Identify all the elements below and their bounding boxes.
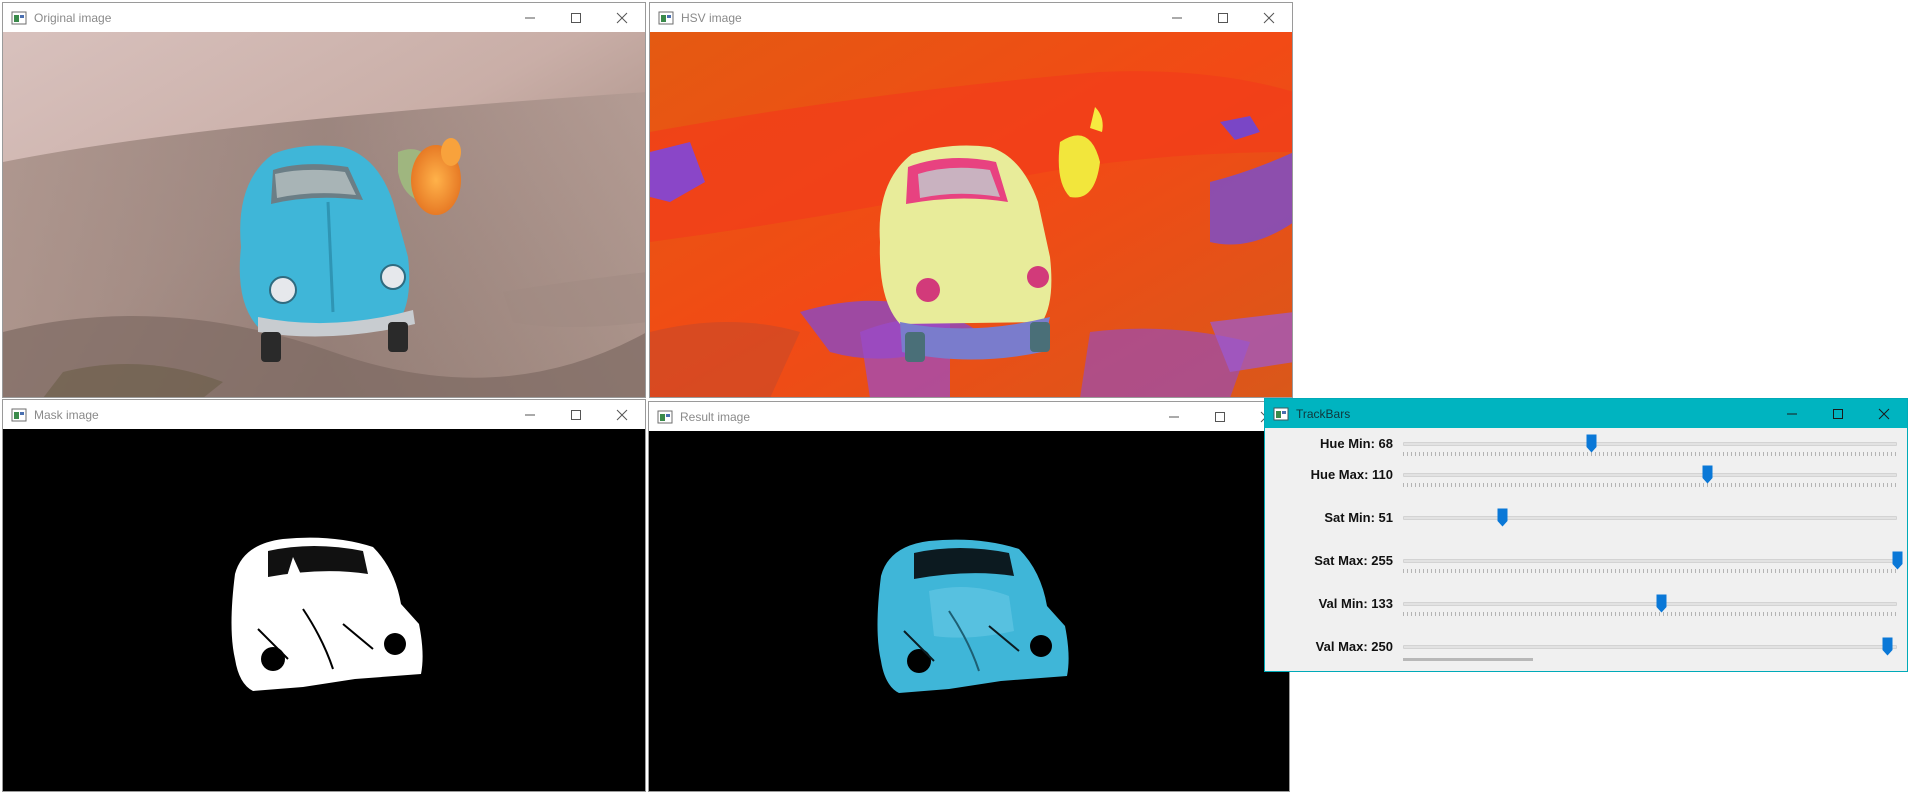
- slider-thumb[interactable]: [1882, 637, 1893, 656]
- maximize-icon: [571, 12, 581, 23]
- slider-selection-bar: [1403, 658, 1533, 661]
- trackbar-label: Val Max: 250: [1315, 639, 1393, 654]
- trackbar-sat-max[interactable]: Sat Max: 255: [1265, 545, 1907, 585]
- original-image-canvas: [3, 32, 645, 397]
- slider-track[interactable]: [1403, 516, 1897, 520]
- result-image-canvas: [649, 431, 1289, 791]
- result-window-titlebar[interactable]: Result image: [649, 402, 1289, 431]
- window-title: TrackBars: [1296, 406, 1351, 421]
- slider-ticks: [1403, 612, 1897, 616]
- minimize-button[interactable]: [1151, 402, 1197, 431]
- trackbar-label: Sat Min: 51: [1324, 510, 1393, 525]
- hsv-window-titlebar[interactable]: HSV image: [650, 3, 1292, 32]
- hsv-image-window[interactable]: HSV image: [649, 2, 1293, 398]
- trackbar-sat-min[interactable]: Sat Min: 51: [1265, 502, 1907, 542]
- mask-photo: [3, 429, 645, 791]
- close-icon: [616, 12, 628, 23]
- minimize-icon: [1787, 413, 1797, 414]
- slider-thumb-icon: [1497, 508, 1508, 527]
- window-title: Mask image: [34, 407, 99, 422]
- window-title: Result image: [680, 409, 751, 424]
- maximize-button[interactable]: [553, 400, 599, 429]
- minimize-button[interactable]: [1154, 3, 1200, 32]
- mask-window-titlebar[interactable]: Mask image: [3, 400, 645, 429]
- slider-thumb-icon: [1702, 465, 1713, 484]
- close-button[interactable]: [1861, 399, 1907, 428]
- trackbar-label: Sat Max: 255: [1314, 553, 1393, 568]
- mask-image-canvas: [3, 429, 645, 791]
- slider-thumb[interactable]: [1892, 551, 1903, 570]
- result-photo: [649, 431, 1289, 791]
- minimize-icon: [525, 17, 535, 18]
- trackbar-label: Hue Max: 110: [1310, 467, 1393, 482]
- maximize-button[interactable]: [1200, 3, 1246, 32]
- maximize-icon: [1215, 411, 1225, 422]
- maximize-button[interactable]: [553, 3, 599, 32]
- slider-ticks: [1403, 569, 1897, 573]
- close-button[interactable]: [1246, 3, 1292, 32]
- trackbars-window-titlebar[interactable]: TrackBars: [1265, 399, 1907, 428]
- minimize-button[interactable]: [507, 3, 553, 32]
- slider-thumb[interactable]: [1497, 508, 1508, 527]
- slider-thumb[interactable]: [1702, 465, 1713, 484]
- slider-track[interactable]: [1403, 473, 1897, 477]
- minimize-icon: [1169, 416, 1179, 417]
- result-image-window[interactable]: Result image: [648, 401, 1290, 792]
- slider-thumb[interactable]: [1656, 594, 1667, 613]
- minimize-button[interactable]: [507, 400, 553, 429]
- app-window-icon: [1273, 407, 1289, 420]
- slider-thumb-icon: [1586, 434, 1597, 453]
- maximize-icon: [1833, 408, 1843, 419]
- trackbar-label: Hue Min: 68: [1320, 436, 1393, 451]
- trackbar-val-max[interactable]: Val Max: 250: [1265, 631, 1907, 671]
- original-image-window[interactable]: Original image: [2, 2, 646, 398]
- maximize-button[interactable]: [1197, 402, 1243, 431]
- app-window-icon: [658, 11, 674, 24]
- hsv-photo: [650, 32, 1292, 397]
- close-button[interactable]: [599, 400, 645, 429]
- app-window-icon: [657, 410, 673, 423]
- minimize-button[interactable]: [1769, 399, 1815, 428]
- maximize-icon: [571, 409, 581, 420]
- maximize-icon: [1218, 12, 1228, 23]
- mask-image-window[interactable]: Mask image: [2, 399, 646, 792]
- close-icon: [616, 409, 628, 420]
- close-button[interactable]: [599, 3, 645, 32]
- slider-track[interactable]: [1403, 645, 1897, 649]
- trackbars-panel: Hue Min: 68 Hue Max: 110 Sat Min: 51 Sat…: [1265, 428, 1907, 671]
- slider-thumb-icon: [1656, 594, 1667, 613]
- app-window-icon: [11, 408, 27, 421]
- trackbar-label: Val Min: 133: [1318, 596, 1393, 611]
- slider-thumb[interactable]: [1586, 434, 1597, 453]
- window-title: Original image: [34, 10, 112, 25]
- window-title: HSV image: [681, 10, 742, 25]
- close-icon: [1263, 12, 1275, 23]
- close-icon: [1878, 408, 1890, 419]
- maximize-button[interactable]: [1815, 399, 1861, 428]
- hsv-image-canvas: [650, 32, 1292, 397]
- original-photo: [3, 32, 645, 397]
- minimize-icon: [525, 414, 535, 415]
- trackbars-window[interactable]: TrackBars Hue Min: 68 Hue Max: 110 Sat M…: [1264, 398, 1908, 672]
- slider-track[interactable]: [1403, 602, 1897, 606]
- minimize-icon: [1172, 17, 1182, 18]
- slider-ticks: [1403, 483, 1897, 487]
- slider-track[interactable]: [1403, 559, 1897, 563]
- slider-ticks: [1403, 452, 1897, 456]
- slider-thumb-icon: [1892, 551, 1903, 570]
- slider-thumb-icon: [1882, 637, 1893, 656]
- app-window-icon: [11, 11, 27, 24]
- trackbar-val-min[interactable]: Val Min: 133: [1265, 588, 1907, 628]
- original-window-titlebar[interactable]: Original image: [3, 3, 645, 32]
- slider-track[interactable]: [1403, 442, 1897, 446]
- trackbar-hue-max[interactable]: Hue Max: 110: [1265, 459, 1907, 499]
